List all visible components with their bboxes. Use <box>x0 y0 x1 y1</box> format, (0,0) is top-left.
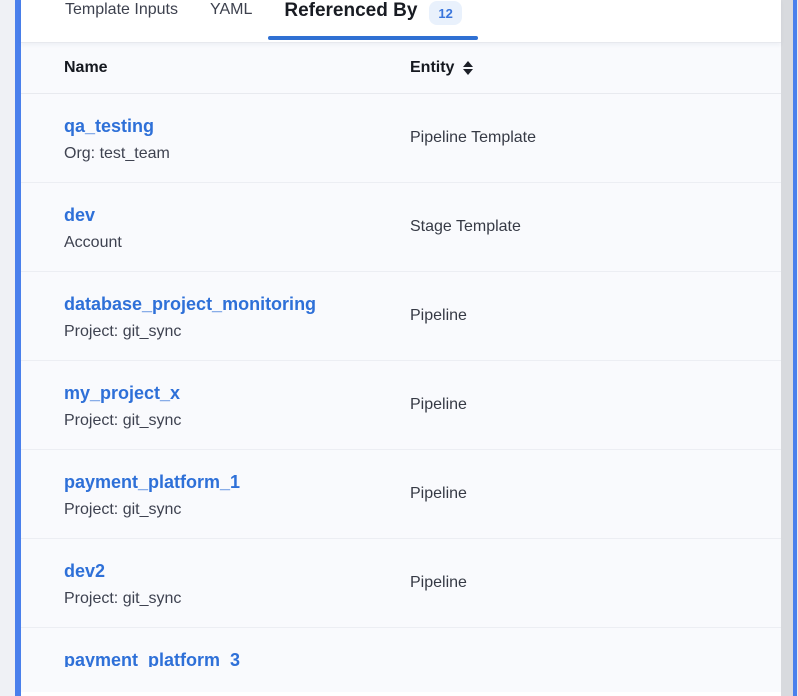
sort-up-triangle <box>463 61 473 67</box>
row-name-wrap: database_project_monitoring <box>64 292 410 317</box>
row-name-cell: qa_testing Org: test_team <box>21 94 410 182</box>
referenced-by-count-badge: 12 <box>429 1 461 25</box>
row-name-cell: payment_platform_3 <box>21 628 410 692</box>
referenced-by-panel: Template Inputs YAML Referenced By 12 Na… <box>21 0 781 696</box>
row-entity: Pipeline <box>410 450 781 538</box>
row-name-wrap: my_project_x <box>64 381 410 406</box>
row-name-cell: payment_platform_1 Project: git_sync <box>21 450 410 538</box>
table-row[interactable]: database_project_monitoring Project: git… <box>21 272 781 361</box>
page-background-gutter <box>0 0 15 696</box>
row-name-wrap: qa_testing <box>64 114 410 139</box>
row-subtitle: Project: git_sync <box>64 588 410 609</box>
row-name-cell: dev Account <box>21 183 410 271</box>
row-entity: Stage Template <box>410 183 781 271</box>
row-name-cell: dev2 Project: git_sync <box>21 539 410 627</box>
bottom-strip <box>21 692 781 696</box>
row-name-wrap: payment_platform_3 <box>64 648 410 667</box>
scrollbar-track[interactable] <box>781 0 793 696</box>
row-subtitle: Project: git_sync <box>64 499 410 520</box>
table-row[interactable]: qa_testing Org: test_team Pipeline Templ… <box>21 94 781 183</box>
row-entity: Pipeline <box>410 539 781 627</box>
column-header-entity-label: Entity <box>410 59 454 77</box>
row-entity: Pipeline <box>410 272 781 360</box>
row-entity: Pipeline Template <box>410 94 781 182</box>
row-name-wrap: dev <box>64 203 410 228</box>
tabs-bar: Template Inputs YAML Referenced By 12 <box>21 0 781 43</box>
row-subtitle: Org: test_team <box>64 143 410 164</box>
tab-label: Template Inputs <box>65 1 178 19</box>
row-name-link[interactable]: dev2 <box>64 559 105 584</box>
row-entity: Pipeline <box>410 361 781 449</box>
table-body: qa_testing Org: test_team Pipeline Templ… <box>21 94 781 692</box>
tab-label: Referenced By <box>284 0 417 22</box>
row-name-link[interactable]: dev <box>64 203 95 228</box>
column-header-entity[interactable]: Entity <box>410 59 781 77</box>
column-header-name: Name <box>21 59 410 77</box>
table-row[interactable]: my_project_x Project: git_sync Pipeline <box>21 361 781 450</box>
sort-icon[interactable] <box>463 61 473 75</box>
row-name-wrap: dev2 <box>64 559 410 584</box>
row-subtitle: Project: git_sync <box>64 410 410 431</box>
table-row[interactable]: dev Account Stage Template <box>21 183 781 272</box>
tab-referenced-by[interactable]: Referenced By 12 <box>268 0 478 41</box>
tab-template-inputs[interactable]: Template Inputs <box>49 0 194 42</box>
row-subtitle: Project: git_sync <box>64 321 410 342</box>
row-subtitle: Account <box>64 232 410 253</box>
row-name-link[interactable]: qa_testing <box>64 114 154 139</box>
row-name-wrap: payment_platform_1 <box>64 470 410 495</box>
row-name-link[interactable]: payment_platform_3 <box>64 648 240 667</box>
row-name-cell: database_project_monitoring Project: git… <box>21 272 410 360</box>
table-row[interactable]: dev2 Project: git_sync Pipeline <box>21 539 781 628</box>
row-entity <box>410 628 781 692</box>
table-row[interactable]: payment_platform_3 <box>21 628 781 692</box>
tab-label: YAML <box>210 1 252 19</box>
row-name-link[interactable]: my_project_x <box>64 381 180 406</box>
sort-down-triangle <box>463 69 473 75</box>
tab-yaml[interactable]: YAML <box>194 0 268 42</box>
table-row[interactable]: payment_platform_1 Project: git_sync Pip… <box>21 450 781 539</box>
row-name-cell: my_project_x Project: git_sync <box>21 361 410 449</box>
table-header-row: Name Entity <box>21 43 781 94</box>
row-name-link[interactable]: payment_platform_1 <box>64 470 240 495</box>
row-name-link[interactable]: database_project_monitoring <box>64 292 316 317</box>
